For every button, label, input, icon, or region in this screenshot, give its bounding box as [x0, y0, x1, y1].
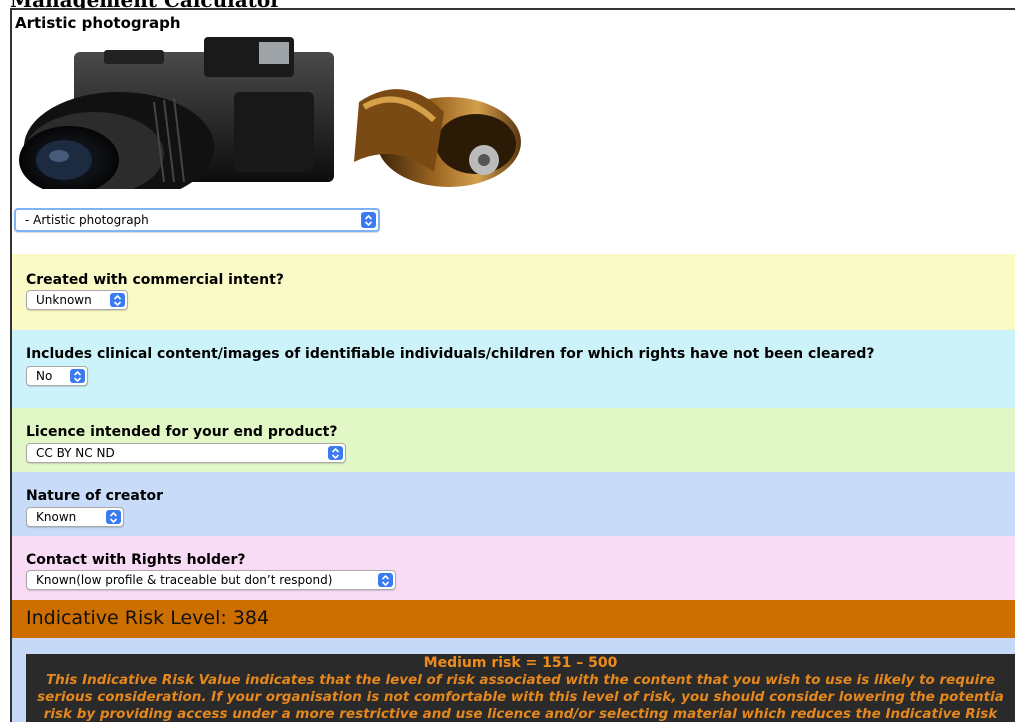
content-type-select[interactable]: - Artistic photograph [14, 208, 380, 232]
risk-level-label: Indicative Risk Level: 384 [26, 607, 270, 629]
camera-illustration [19, 37, 521, 189]
question-label: Nature of creator [26, 488, 164, 504]
commercial-intent-select[interactable]: Unknown [26, 290, 128, 310]
content-title: Artistic photograph [15, 14, 181, 32]
question-label: Includes clinical content/images of iden… [26, 346, 875, 362]
licence-select[interactable]: CC BY NC ND [26, 443, 346, 463]
clinical-content-value: No [36, 369, 53, 383]
clinical-content-select[interactable]: No [26, 366, 88, 386]
licence-value: CC BY NC ND [36, 446, 115, 460]
question-label: Created with commercial intent? [26, 272, 284, 288]
calculator-frame: Artistic photograph - Artistic photograp… [10, 8, 1015, 722]
risk-level-band: Indicative Risk Level: 384 [12, 600, 1015, 638]
risk-description-line: This Indicative Risk Value indicates tha… [45, 672, 996, 688]
nature-of-creator-select[interactable]: Known [26, 507, 124, 527]
commercial-intent-value: Unknown [36, 293, 92, 307]
chevron-updown-icon [328, 446, 343, 460]
question-contact-rights-holder: Contact with Rights holder? Known(low pr… [12, 536, 1015, 600]
camera-image [14, 32, 529, 189]
chevron-updown-icon [378, 573, 393, 587]
contact-rights-holder-value: Known(low profile & traceable but don’t … [36, 573, 333, 587]
question-licence: Licence intended for your end product? C… [12, 408, 1015, 472]
risk-description-line: risk by providing access under a more re… [43, 706, 998, 722]
risk-level-title: Medium risk = 151 – 500 [423, 655, 618, 671]
chevron-updown-icon [106, 510, 121, 524]
question-label: Licence intended for your end product? [26, 424, 338, 440]
chevron-updown-icon [361, 212, 376, 228]
question-nature-of-creator: Nature of creator Known [12, 472, 1015, 536]
chevron-updown-icon [70, 369, 85, 383]
contact-rights-holder-select[interactable]: Known(low profile & traceable but don’t … [26, 570, 396, 590]
nature-of-creator-value: Known [36, 510, 77, 524]
chevron-updown-icon [110, 293, 125, 307]
risk-description-line: serious consideration. If your organisat… [37, 689, 1004, 705]
question-commercial-intent: Created with commercial intent? Unknown [12, 254, 1015, 330]
content-type-value: - Artistic photograph [25, 213, 149, 227]
question-label: Contact with Rights holder? [26, 552, 246, 568]
question-clinical-content: Includes clinical content/images of iden… [12, 330, 1015, 408]
risk-description-panel: Medium risk = 151 – 500 This Indicative … [26, 654, 1015, 722]
